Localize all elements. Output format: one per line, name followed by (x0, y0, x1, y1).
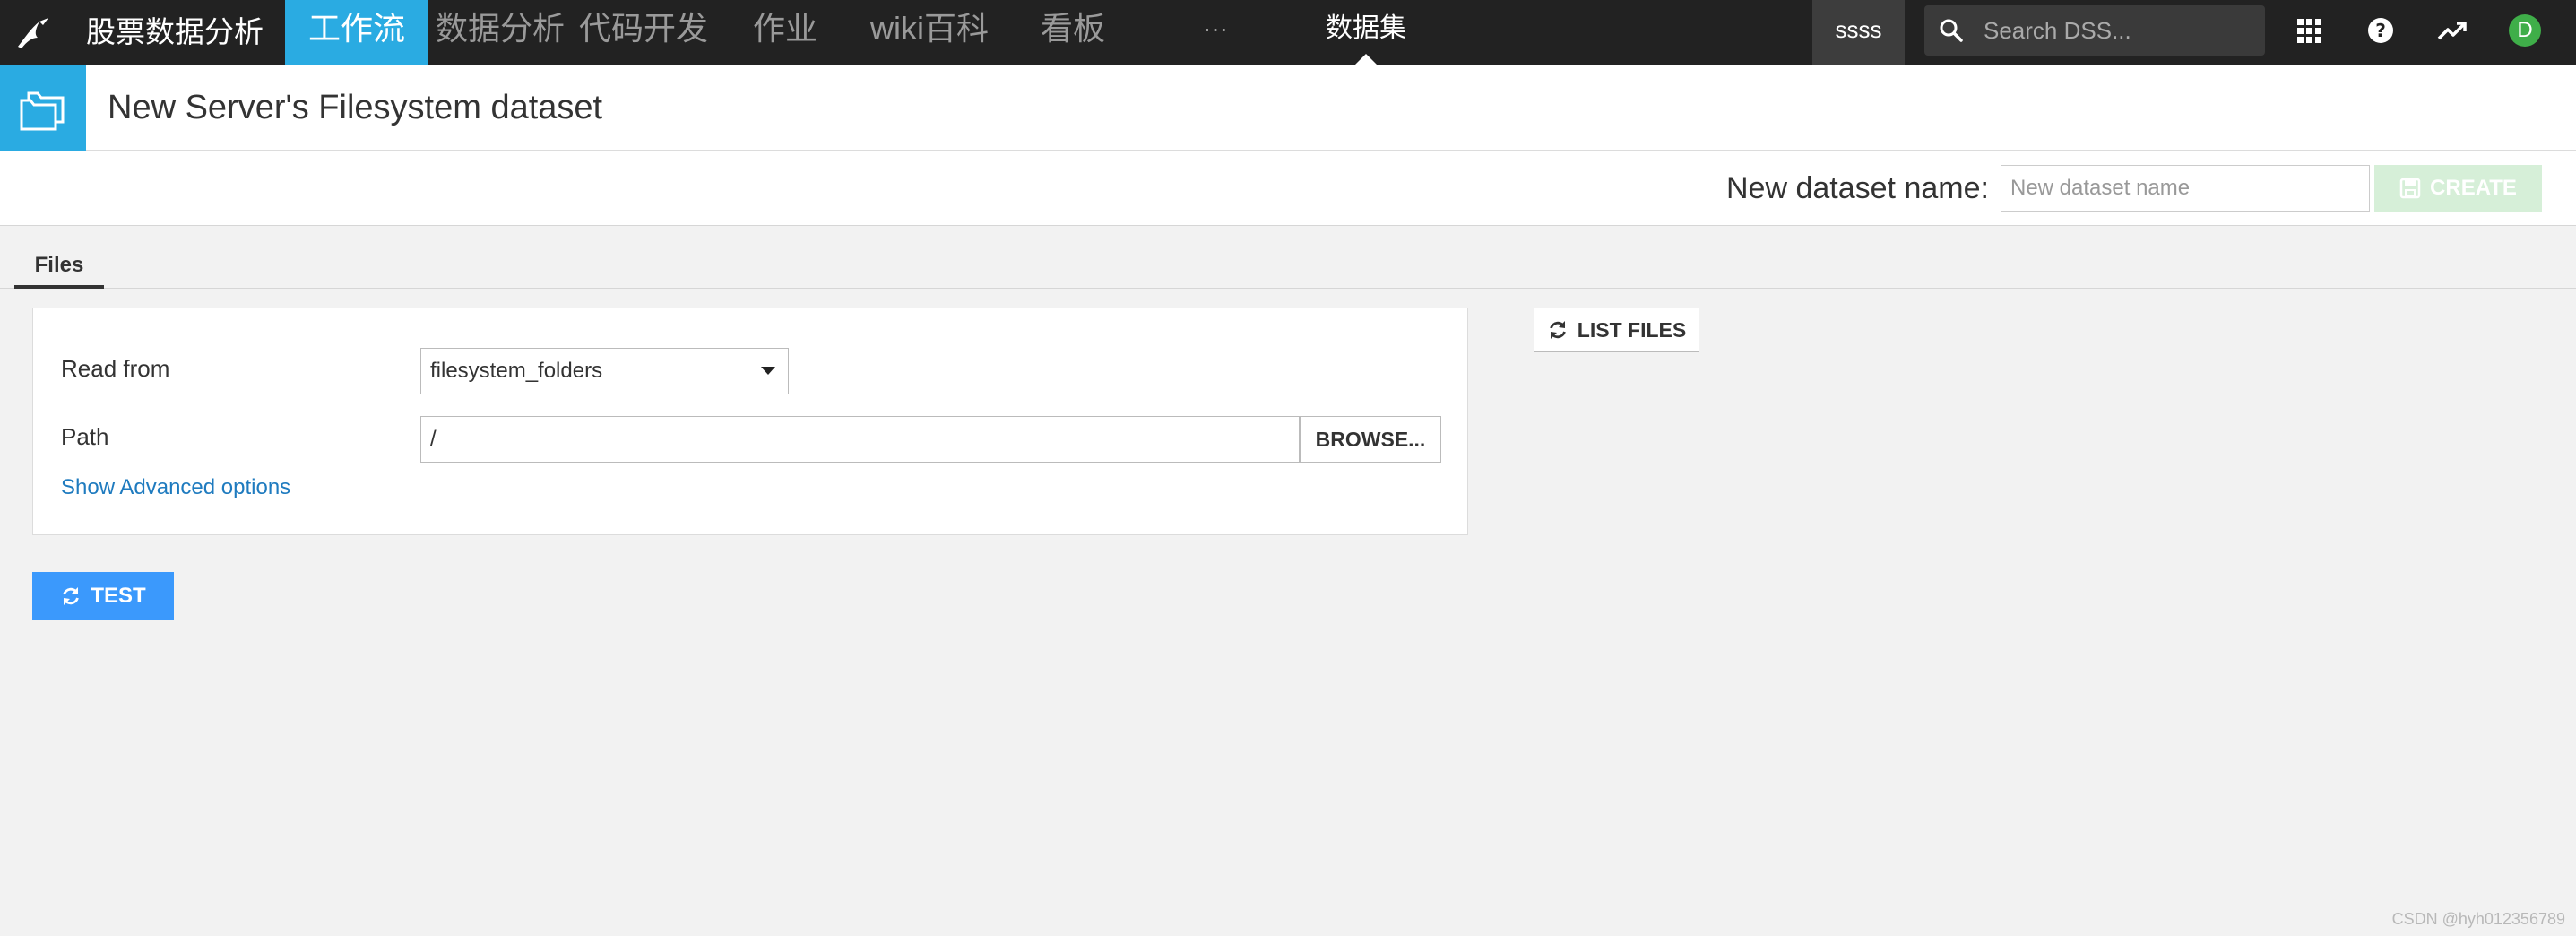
project-name[interactable]: 股票数据分析 (86, 0, 264, 65)
dataset-name-bar: New dataset name: CREATE (0, 151, 2576, 226)
nav-item-wiki[interactable]: wiki百科 (862, 0, 997, 65)
help-icon[interactable]: ? (2364, 14, 2397, 47)
dataset-name-input[interactable] (2001, 165, 2370, 212)
dataiku-bird-logo-icon[interactable] (13, 11, 56, 54)
refresh-icon (1549, 321, 1566, 339)
folder-icon (20, 91, 65, 131)
create-button[interactable]: CREATE (2374, 165, 2542, 212)
page-title: New Server's Filesystem dataset (108, 89, 603, 126)
search-icon (1940, 19, 1963, 42)
list-files-label: LIST FILES (1577, 317, 1687, 342)
refresh-icon (63, 587, 80, 605)
create-button-label: CREATE (2430, 176, 2517, 200)
tab-files[interactable]: Files (14, 247, 104, 289)
nav-item-code[interactable]: 代码开发 (575, 0, 712, 65)
read-from-value: filesystem_folders (430, 359, 603, 383)
read-from-label: Read from (61, 355, 170, 382)
dropdown-caret-icon (761, 367, 775, 375)
trending-icon[interactable] (2436, 14, 2468, 47)
apps-grid-icon[interactable] (2293, 14, 2325, 47)
nav-item-dashboards[interactable]: 看板 (1033, 0, 1113, 65)
nav-item-jobs[interactable]: 作业 (744, 0, 826, 65)
dataset-name-label: New dataset name: (1726, 171, 1989, 205)
dataset-type-icon-box (0, 65, 86, 151)
svg-text:?: ? (2375, 20, 2386, 41)
tabs-bar: Files (0, 226, 2576, 289)
list-files-button[interactable]: LIST FILES (1534, 308, 1699, 352)
save-icon (2399, 178, 2421, 199)
files-settings-panel: Read from filesystem_folders Path BROWSE… (32, 308, 1468, 535)
nav-item-flow[interactable]: 工作流 (285, 0, 428, 65)
global-search-box[interactable] (1924, 5, 2265, 56)
nav-item-analysis[interactable]: 数据分析 (432, 0, 568, 65)
user-avatar[interactable]: D (2509, 14, 2541, 47)
path-input[interactable] (420, 416, 1300, 463)
test-button[interactable]: TEST (32, 572, 174, 620)
page-header: New Server's Filesystem dataset (0, 65, 2576, 151)
top-nav-bar: 股票数据分析 工作流 数据分析 代码开发 作业 wiki百科 看板 ··· 数据… (0, 0, 2576, 65)
search-input[interactable] (1984, 5, 2252, 56)
browse-button[interactable]: BROWSE... (1300, 416, 1441, 463)
user-tag[interactable]: ssss (1812, 0, 1905, 65)
show-advanced-options-link[interactable]: Show Advanced options (61, 475, 290, 500)
path-label: Path (61, 423, 109, 450)
nav-more-menu[interactable]: ··· (1189, 0, 1242, 65)
test-label: TEST (91, 584, 146, 608)
read-from-select[interactable]: filesystem_folders (420, 348, 789, 394)
current-section-caret-icon (1355, 54, 1377, 65)
watermark: CSDN @hyh012356789 (2391, 910, 2565, 928)
